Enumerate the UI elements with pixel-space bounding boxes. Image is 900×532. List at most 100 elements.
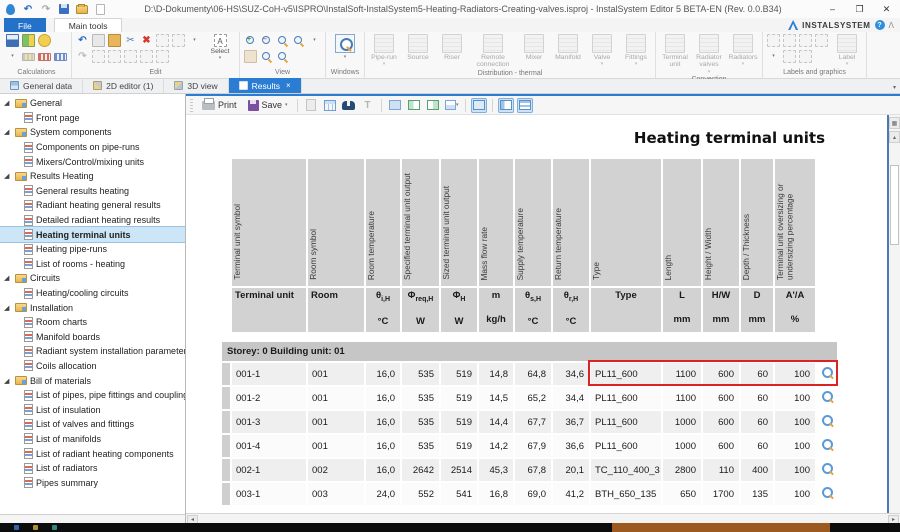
scrollbar-options-icon[interactable]: ▦	[889, 117, 900, 129]
calc-gear-button[interactable]	[37, 33, 52, 48]
magnifier-icon[interactable]	[821, 414, 834, 427]
undo-button[interactable]: ↶	[75, 33, 90, 48]
expand-icon[interactable]: ◢	[4, 377, 12, 385]
zoom-prev-button[interactable]	[259, 49, 274, 64]
zoom-out-button[interactable]	[259, 33, 274, 48]
save-report-button[interactable]: Save ▾	[244, 99, 292, 112]
undo-button[interactable]: ↶	[21, 2, 35, 16]
tree-item-mixers-control-mixing-units[interactable]: Mixers/Control/mixing units	[0, 154, 185, 169]
magnifier-icon[interactable]	[821, 390, 834, 403]
label-button[interactable]: Label▾	[831, 33, 863, 67]
close-button[interactable]: ✕	[873, 1, 900, 17]
expand-icon[interactable]: ◢	[4, 274, 12, 282]
cut-button[interactable]: ✂	[123, 33, 138, 48]
window-find-button[interactable]: ▾	[329, 33, 361, 60]
tree-item-circuits[interactable]: ◢Circuits	[0, 271, 185, 286]
expand-icon[interactable]: ◢	[4, 172, 12, 180]
cols-button[interactable]	[798, 33, 813, 48]
tree-item-list-of-radiators[interactable]: List of radiators	[0, 461, 185, 476]
find-button[interactable]	[341, 98, 357, 113]
tree-item-radiant-heating-general-results[interactable]: Radiant heating general results	[0, 198, 185, 213]
down-button[interactable]	[798, 49, 813, 64]
save-quick-button[interactable]	[57, 2, 71, 16]
tree-item-heating-cooling-circuits[interactable]: Heating/cooling circuits	[0, 286, 185, 301]
up-button[interactable]	[107, 49, 122, 64]
tree-item-general-results-heating[interactable]: General results heating	[0, 184, 185, 199]
save-dropdown-icon[interactable]: ▾	[285, 102, 288, 108]
tree-item-results-heating[interactable]: ◢Results Heating	[0, 169, 185, 184]
maximize-button[interactable]: ❐	[846, 1, 873, 17]
redo-button[interactable]: ↷	[39, 2, 53, 16]
pins-blue-button[interactable]	[53, 49, 68, 64]
collapse-ribbon-icon[interactable]: ᐱ	[889, 21, 894, 30]
magnifier-icon[interactable]	[821, 438, 834, 451]
drop-button[interactable]: ▾	[307, 33, 322, 48]
frame-button[interactable]	[766, 33, 781, 48]
tree-item-list-of-pipes-pipe-fittings-and-couplings[interactable]: List of pipes, pipe fittings and couplin…	[0, 388, 185, 403]
mirror-button[interactable]	[814, 33, 829, 48]
expand-icon[interactable]: ◢	[4, 128, 12, 136]
tree-item-general[interactable]: ◢General	[0, 96, 185, 111]
layout-split-right-button[interactable]	[425, 98, 441, 113]
zoom-area-button[interactable]	[275, 33, 290, 48]
mixer-button[interactable]: Mixer	[518, 33, 550, 61]
tree-item-system-components[interactable]: ◢System components	[0, 125, 185, 140]
magnifier-icon[interactable]	[821, 486, 834, 499]
minimize-button[interactable]: –	[819, 1, 846, 17]
tab-general-data[interactable]: General data	[0, 78, 83, 93]
rotate-button[interactable]	[155, 49, 170, 64]
redo-button[interactable]: ↷	[75, 49, 90, 64]
taskbar-app-icon[interactable]	[52, 525, 57, 530]
fit-width-toggle[interactable]	[471, 98, 487, 113]
magnifier-icon[interactable]	[821, 366, 834, 379]
paste-button[interactable]	[107, 33, 122, 48]
remote-connection-button[interactable]: Remote connection	[470, 33, 516, 69]
show-panel-toggle[interactable]	[498, 98, 514, 113]
toolbar-grip[interactable]	[190, 99, 193, 112]
expand-icon[interactable]: ◢	[4, 99, 12, 107]
drop-button[interactable]: ▾	[5, 49, 20, 64]
show-list-toggle[interactable]	[517, 98, 533, 113]
font-button[interactable]: T	[360, 98, 376, 113]
tab-2d-editor-1[interactable]: 2D editor (1)	[83, 78, 164, 93]
blank-button[interactable]	[782, 33, 797, 48]
main-tools-tab[interactable]: Main tools	[54, 18, 123, 32]
tree-item-list-of-radiant-heating-components[interactable]: List of radiant heating components	[0, 446, 185, 461]
tree-item-room-charts[interactable]: Room charts	[0, 315, 185, 330]
layout-horizontal-button[interactable]: ▾	[444, 98, 460, 113]
mirror-button[interactable]	[139, 49, 154, 64]
up-button[interactable]	[782, 49, 797, 64]
copy-report-button[interactable]	[303, 98, 319, 113]
calc-blue-button[interactable]	[5, 33, 20, 48]
layout-split-left-button[interactable]	[406, 98, 422, 113]
file-tab[interactable]: File	[4, 18, 46, 32]
valve-button[interactable]: Valve▾	[586, 33, 618, 67]
radiators-button[interactable]: Radiators▾	[727, 33, 759, 67]
tree-item-heating-pipe-runs[interactable]: Heating pipe-runs	[0, 242, 185, 257]
layout-single-button[interactable]	[387, 98, 403, 113]
pins-red-button[interactable]	[37, 49, 52, 64]
scrollbar-thumb[interactable]	[890, 165, 899, 245]
manifold-button[interactable]: Manifold	[552, 33, 584, 61]
copy-button[interactable]	[91, 33, 106, 48]
source-button[interactable]: Source	[402, 33, 434, 61]
new-file-button[interactable]	[93, 2, 107, 16]
terminal-unit-button[interactable]: Terminal unit	[659, 33, 691, 69]
down-button[interactable]	[123, 49, 138, 64]
table-settings-button[interactable]	[322, 98, 338, 113]
help-icon[interactable]: ?	[875, 20, 885, 30]
cols-button[interactable]	[91, 49, 106, 64]
tree-item-list-of-rooms-heating[interactable]: List of rooms - heating	[0, 257, 185, 272]
print-button[interactable]: Print	[198, 99, 241, 111]
taskbar-app-icon[interactable]	[14, 525, 19, 530]
calc-green-button[interactable]	[21, 33, 36, 48]
tree-item-radiant-system-installation-parameters[interactable]: Radiant system installation parameters	[0, 344, 185, 359]
tree-item-list-of-valves-and-fittings[interactable]: List of valves and fittings	[0, 417, 185, 432]
pins-gray-button[interactable]	[21, 49, 36, 64]
tree-item-pipes-summary[interactable]: Pipes summary	[0, 475, 185, 490]
tab-list-dropdown-icon[interactable]: ▾	[893, 84, 896, 91]
tree-item-list-of-insulation[interactable]: List of insulation	[0, 402, 185, 417]
tree-item-list-of-manifolds[interactable]: List of manifolds	[0, 432, 185, 447]
zoom-sel-button[interactable]	[291, 33, 306, 48]
expand-icon[interactable]: ◢	[4, 304, 12, 312]
